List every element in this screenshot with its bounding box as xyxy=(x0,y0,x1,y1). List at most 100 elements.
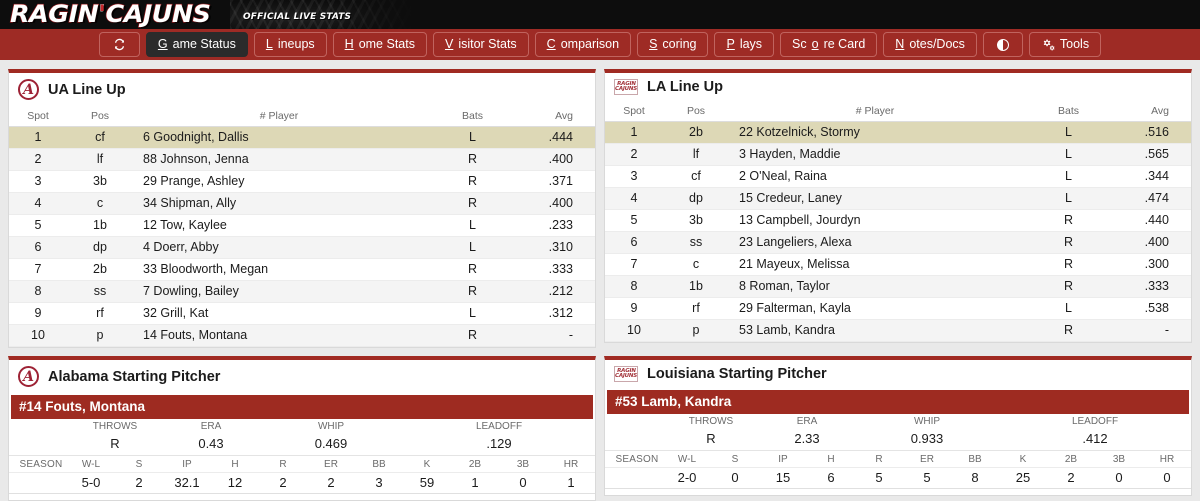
cell-pos: ss xyxy=(67,280,133,303)
table-row[interactable]: 4 c 34 Shipman, Ally R .400 xyxy=(9,192,595,215)
cell-bats: R xyxy=(425,148,520,171)
column-header-bb: BB xyxy=(355,455,403,473)
cell-spot: 8 xyxy=(605,275,663,298)
table-row[interactable]: 2 lf 3 Hayden, Maddie L .565 xyxy=(605,143,1191,166)
cell-avg: .400 xyxy=(520,192,595,215)
cell-pos: 1b xyxy=(67,214,133,237)
cell-pos: lf xyxy=(67,148,133,171)
cell-player: 33 Bloodworth, Megan xyxy=(133,258,425,281)
banner-subtitle: OFFICIAL LIVE STATS xyxy=(243,12,352,22)
tab-lineups-accel: L xyxy=(265,37,273,52)
la-pitcher-header: RAGIN CAJUNS Louisiana Starting Pitcher xyxy=(605,360,1191,389)
table-row[interactable]: 3 cf 2 O'Neal, Raina L .344 xyxy=(605,165,1191,188)
cell-bats: L xyxy=(1021,143,1116,166)
table-row[interactable]: 1 2b 22 Kotzelnick, Stormy L .516 xyxy=(605,121,1191,144)
logo-text-line-2: CAJUNS xyxy=(614,86,638,92)
column-header-2b: 2B xyxy=(1047,450,1095,468)
ua-pitcher-column: Alabama Starting Pitcher #14 Fouts, Mont… xyxy=(8,356,596,501)
tab-plays[interactable]: Plays xyxy=(714,32,775,57)
table-row[interactable]: 9 rf 29 Falterman, Kayla L .538 xyxy=(605,297,1191,320)
table-row[interactable]: 10 p 14 Fouts, Montana R - xyxy=(9,324,595,347)
cell-spot: 8 xyxy=(9,280,67,303)
column-header-r: R xyxy=(259,455,307,473)
value-hr: 0 xyxy=(1143,467,1191,489)
tab-visitor-stats[interactable]: Visitor Stats xyxy=(432,32,529,57)
la-pitcher-table: THROWS ERA WHIP LEADOFF R 2.33 0.933 .41… xyxy=(605,414,1191,489)
cell-bats: R xyxy=(1021,209,1116,232)
group-header-leadoff: LEADOFF xyxy=(1071,416,1119,427)
cell-pos: cf xyxy=(67,126,133,149)
ragin-cajuns-logo-icon: RAGIN CAJUNS xyxy=(614,79,638,95)
ua-pitcher-panel: Alabama Starting Pitcher #14 Fouts, Mont… xyxy=(8,356,596,501)
cell-spot: 4 xyxy=(605,187,663,210)
cell-pos: c xyxy=(663,253,729,276)
cell-player: 29 Prange, Ashley xyxy=(133,170,425,193)
cell-pos: ss xyxy=(663,231,729,254)
table-row[interactable]: 10 p 53 Lamb, Kandra R - xyxy=(605,319,1191,342)
table-row[interactable]: 5 1b 12 Tow, Kaylee L .233 xyxy=(9,214,595,237)
tab-notes-docs-accel: N xyxy=(895,37,905,52)
pitcher-detail-value-row: 2-0 0 15 6 5 5 8 25 2 0 0 xyxy=(605,467,1191,489)
cell-player: 53 Lamb, Kandra xyxy=(729,319,1021,342)
cell-bats: R xyxy=(1021,275,1116,298)
cell-avg: .538 xyxy=(1116,297,1191,320)
la-pitcher-name-bar: #53 Lamb, Kandra xyxy=(607,390,1189,414)
table-row[interactable]: 9 rf 32 Grill, Kat L .312 xyxy=(9,302,595,325)
tab-comparison[interactable]: Comparison xyxy=(534,32,632,57)
tab-game-status-label: ame Status xyxy=(172,37,236,52)
tab-score-card-prefix: Sc xyxy=(792,37,807,52)
tab-score-card-label: re Card xyxy=(823,37,866,52)
column-header-3b: 3B xyxy=(499,455,547,473)
cell-pos: dp xyxy=(663,187,729,210)
tools-button[interactable]: Tools xyxy=(1028,32,1102,57)
table-row[interactable]: 5 3b 13 Campbell, Jourdyn R .440 xyxy=(605,209,1191,232)
cell-spot: 7 xyxy=(9,258,67,281)
tab-comparison-label: omparison xyxy=(560,37,620,52)
table-row[interactable]: 1 cf 6 Goodnight, Dallis L .444 xyxy=(9,126,595,149)
tab-scoring[interactable]: Scoring xyxy=(637,32,709,57)
tab-visitor-stats-accel: V xyxy=(444,37,454,52)
table-row[interactable]: 6 ss 23 Langeliers, Alexa R .400 xyxy=(605,231,1191,254)
la-lineup-header: RAGIN CAJUNS LA Line Up xyxy=(605,73,1191,102)
column-header-player: # Player xyxy=(133,107,425,127)
table-row[interactable]: 3 3b 29 Prange, Ashley R .371 xyxy=(9,170,595,193)
table-header-row: Spot Pos # Player Bats Avg xyxy=(9,107,595,127)
table-row[interactable]: 8 1b 8 Roman, Taylor R .333 xyxy=(605,275,1191,298)
table-row[interactable]: 2 lf 88 Johnson, Jenna R .400 xyxy=(9,148,595,171)
cell-avg: .344 xyxy=(1116,165,1191,188)
alabama-a-logo-icon xyxy=(18,79,39,100)
wordmark-part-1: RAGIN xyxy=(9,0,99,29)
table-row[interactable]: 7 2b 33 Bloodworth, Megan R .333 xyxy=(9,258,595,281)
tab-notes-docs[interactable]: Notes/Docs xyxy=(883,32,977,57)
tab-notes-docs-label: otes/Docs xyxy=(909,37,965,52)
cell-spot: 5 xyxy=(9,214,67,237)
tab-lineups[interactable]: Lineups xyxy=(253,32,327,57)
tab-game-status[interactable]: Game Status xyxy=(145,32,248,57)
tab-score-card[interactable]: Sc o re Card xyxy=(780,32,878,57)
table-row[interactable]: 7 c 21 Mayeux, Melissa R .300 xyxy=(605,253,1191,276)
table-row[interactable]: 6 dp 4 Doerr, Abby L .310 xyxy=(9,236,595,259)
table-row[interactable]: 8 ss 7 Dowling, Bailey R .212 xyxy=(9,280,595,303)
cell-pos: 1b xyxy=(663,275,729,298)
cell-pos: p xyxy=(67,324,133,347)
group-header-throws: THROWS xyxy=(92,421,138,432)
cell-pos: dp xyxy=(67,236,133,259)
group-header-whip: WHIP xyxy=(913,416,941,427)
cell-player: 3 Hayden, Maddie xyxy=(729,143,1021,166)
theme-toggle-button[interactable] xyxy=(982,32,1023,57)
value-3b: 0 xyxy=(499,472,547,494)
column-header-bb: BB xyxy=(951,450,999,468)
gears-icon xyxy=(1041,39,1055,51)
cell-pos: rf xyxy=(67,302,133,325)
cell-player: 22 Kotzelnick, Stormy xyxy=(729,121,1021,144)
table-row[interactable]: 4 dp 15 Credeur, Laney L .474 xyxy=(605,187,1191,210)
tab-home-stats-label: ome Stats xyxy=(358,37,415,52)
ua-lineup-header: UA Line Up xyxy=(9,73,595,107)
refresh-button[interactable] xyxy=(98,32,140,57)
group-header-throws: THROWS xyxy=(688,416,734,427)
page-content: UA Line Up Spot Pos # Player Bats Avg xyxy=(0,63,1200,501)
value-2b: 1 xyxy=(451,472,499,494)
tab-home-stats[interactable]: Home Stats xyxy=(332,32,427,57)
ua-lineup-title: UA Line Up xyxy=(48,81,126,98)
refresh-icon xyxy=(113,38,126,51)
